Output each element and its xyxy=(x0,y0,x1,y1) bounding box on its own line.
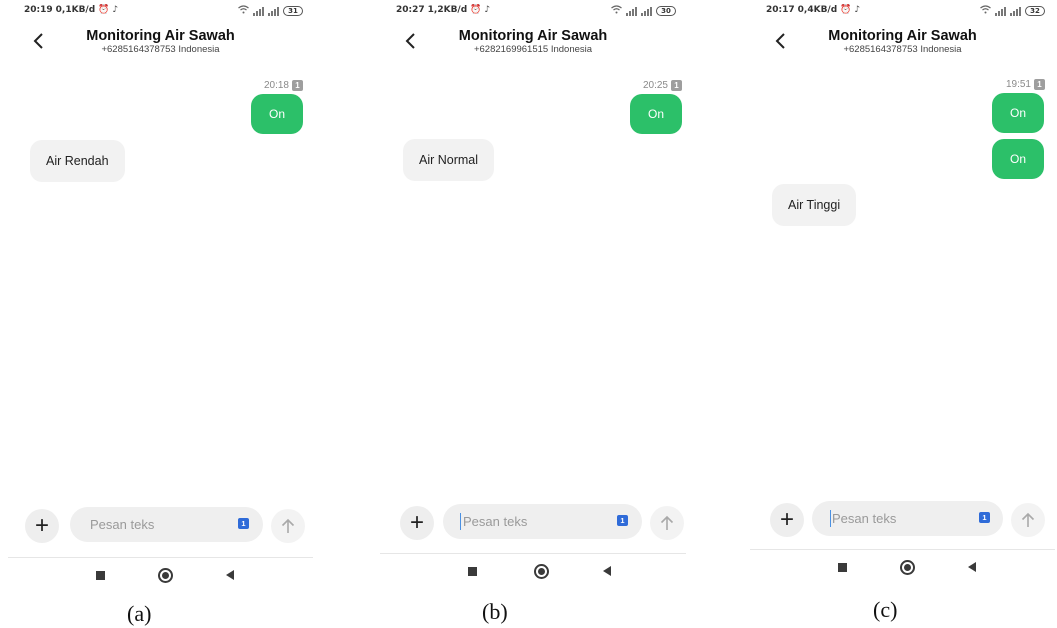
back-icon[interactable] xyxy=(968,562,976,572)
sent-message[interactable]: On xyxy=(992,93,1044,133)
sent-message[interactable]: On xyxy=(992,139,1044,179)
wifi-icon xyxy=(238,5,249,17)
caption-b: (b) xyxy=(482,599,508,624)
message-input[interactable] xyxy=(812,501,1003,536)
caption-a: (a) xyxy=(127,601,152,626)
nav-divider xyxy=(8,557,313,558)
battery-icon: 31 xyxy=(283,6,303,16)
signal-icon xyxy=(626,6,637,16)
battery-icon: 30 xyxy=(656,6,676,16)
conversation-header: Monitoring Air Sawah +6285164378753 Indo… xyxy=(8,28,313,58)
message-input[interactable] xyxy=(70,507,263,542)
status-data-speed: 0,1KB/d xyxy=(55,5,96,15)
arrow-up-icon[interactable] xyxy=(1011,503,1045,537)
battery-icon: 32 xyxy=(1025,6,1045,16)
wifi-icon xyxy=(611,5,622,17)
contact-name: Monitoring Air Sawah xyxy=(86,28,235,44)
signal-icon xyxy=(253,6,264,16)
back-icon[interactable] xyxy=(226,570,234,580)
plus-icon[interactable]: + xyxy=(400,506,434,540)
arrow-up-icon[interactable] xyxy=(271,509,305,543)
tiktok-icon: ♪ xyxy=(484,5,491,15)
navigation-bar xyxy=(380,562,686,582)
message-composer: + 1 xyxy=(750,500,1055,540)
sim-icon: 1 xyxy=(292,80,303,91)
alarm-icon: ⏰ xyxy=(840,5,852,15)
plus-icon[interactable]: + xyxy=(25,509,59,543)
sim-icon: 1 xyxy=(1034,79,1045,90)
signal-icon xyxy=(1010,6,1021,16)
alarm-icon: ⏰ xyxy=(470,5,482,15)
nav-divider xyxy=(750,549,1055,550)
message-input[interactable] xyxy=(443,504,642,539)
message-timestamp: 20:25 1 xyxy=(643,80,682,91)
received-message[interactable]: Air Rendah xyxy=(30,140,125,182)
contact-number: +6285164378753 Indonesia xyxy=(843,44,962,55)
status-bar: 20:27 1,2KB/d ⏰ ♪ 30 xyxy=(396,5,676,17)
status-data-speed: 0,4KB/d xyxy=(797,5,838,15)
home-icon[interactable] xyxy=(534,564,549,579)
arrow-up-icon[interactable] xyxy=(650,506,684,540)
status-data-speed: 1,2KB/d xyxy=(427,5,468,15)
contact-number: +6285164378753 Indonesia xyxy=(101,44,220,55)
text-cursor xyxy=(830,510,831,527)
status-bar: 20:17 0,4KB/d ⏰ ♪ 32 xyxy=(766,5,1045,17)
recent-apps-icon[interactable] xyxy=(838,563,847,572)
message-composer: + 1 xyxy=(380,503,686,543)
status-time: 20:17 xyxy=(766,5,795,15)
conversation-header: Monitoring Air Sawah +6285164378753 Indo… xyxy=(750,28,1055,58)
signal-icon xyxy=(995,6,1006,16)
contact-name: Monitoring Air Sawah xyxy=(458,28,608,44)
phone-screen-b: 20:27 1,2KB/d ⏰ ♪ 30 Monitoring Air Sawa… xyxy=(380,0,686,595)
status-time: 20:19 xyxy=(24,5,53,15)
signal-icon xyxy=(268,6,279,16)
sent-message[interactable]: On xyxy=(251,94,303,134)
signal-icon xyxy=(641,6,652,16)
contact-number: +6282169961515 Indonesia xyxy=(473,44,593,55)
recent-apps-icon[interactable] xyxy=(468,567,477,576)
navigation-bar xyxy=(8,566,313,586)
nav-divider xyxy=(380,553,686,554)
sent-message[interactable]: On xyxy=(630,94,682,134)
received-message[interactable]: Air Normal xyxy=(403,139,495,181)
text-cursor xyxy=(460,513,461,530)
sim-icon[interactable]: 1 xyxy=(979,512,990,523)
message-composer: + 1 xyxy=(8,506,313,546)
back-icon[interactable] xyxy=(603,566,611,576)
tiktok-icon: ♪ xyxy=(112,5,119,15)
navigation-bar xyxy=(750,558,1055,578)
conversation-header: Monitoring Air Sawah +6282169961515 Indo… xyxy=(380,28,686,58)
caption-c: (c) xyxy=(873,597,898,622)
message-timestamp: 19:51 1 xyxy=(1006,79,1045,90)
received-message[interactable]: Air Tinggi xyxy=(772,184,857,226)
wifi-icon xyxy=(980,5,991,17)
alarm-icon: ⏰ xyxy=(98,5,110,15)
home-icon[interactable] xyxy=(158,568,173,583)
sim-icon[interactable]: 1 xyxy=(238,518,249,529)
sim-icon: 1 xyxy=(671,80,682,91)
plus-icon[interactable]: + xyxy=(770,503,804,537)
home-icon[interactable] xyxy=(900,560,915,575)
status-time: 20:27 xyxy=(396,5,425,15)
message-timestamp: 20:18 1 xyxy=(264,80,303,91)
phone-screen-a: 20:19 0,1KB/d ⏰ ♪ 31 Monitoring Air Sawa… xyxy=(8,0,313,595)
phone-screen-c: 20:17 0,4KB/d ⏰ ♪ 32 Monitoring Air Sawa… xyxy=(750,0,1055,595)
sim-icon[interactable]: 1 xyxy=(617,515,628,526)
status-bar: 20:19 0,1KB/d ⏰ ♪ 31 xyxy=(24,5,303,17)
contact-name: Monitoring Air Sawah xyxy=(828,28,977,44)
tiktok-icon: ♪ xyxy=(854,5,861,15)
recent-apps-icon[interactable] xyxy=(96,571,105,580)
